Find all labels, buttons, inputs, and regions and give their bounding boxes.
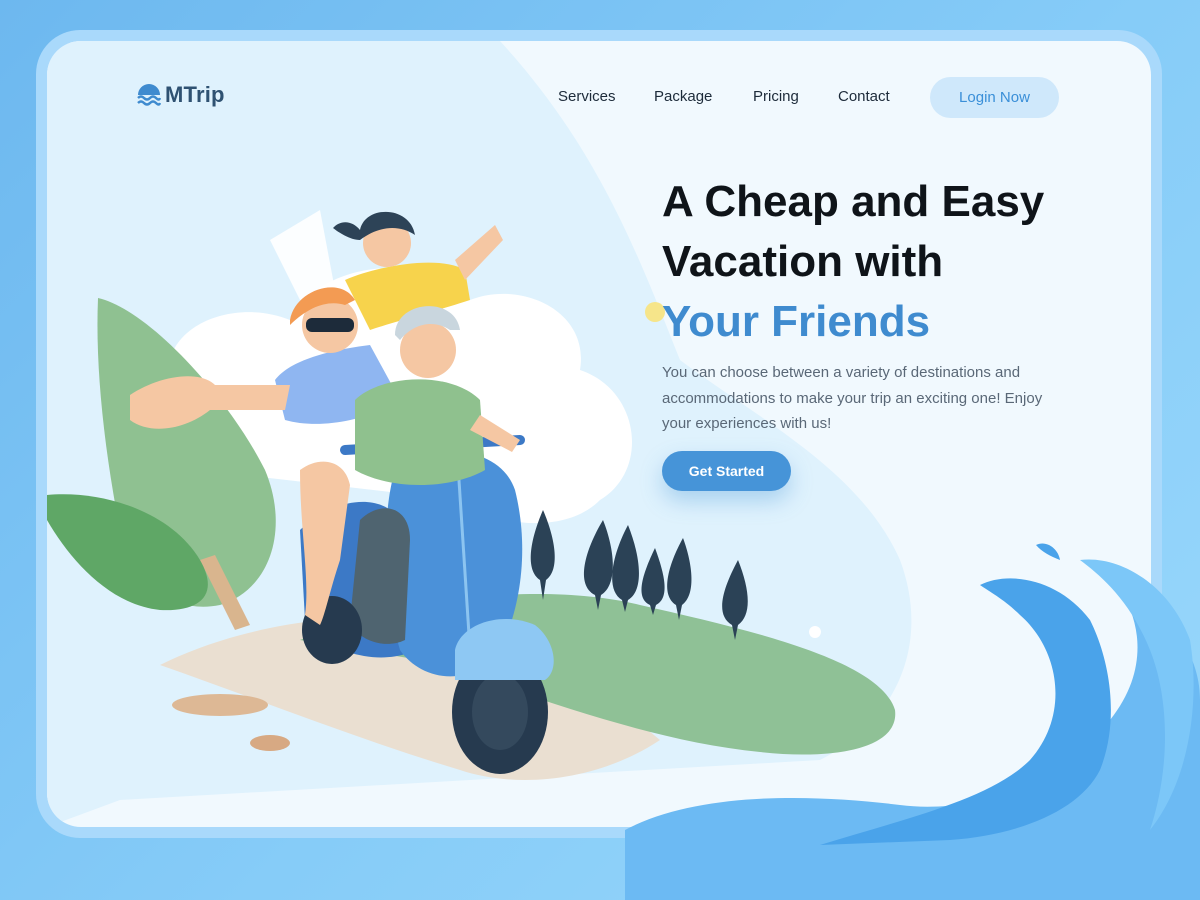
nav-item-pricing[interactable]: Pricing	[753, 88, 799, 105]
brand-name: MTrip	[165, 82, 225, 107]
hero-illustration	[47, 41, 1200, 900]
wave-icon	[137, 84, 161, 106]
hero-title-line2: Vacation with	[662, 237, 944, 286]
driver-shirt	[355, 379, 485, 485]
water-drop	[1036, 543, 1060, 560]
sparkle-dot	[809, 626, 821, 638]
login-button[interactable]: Login Now	[930, 77, 1059, 118]
brand-logo[interactable]: MTrip	[137, 82, 225, 108]
nav-item-contact[interactable]: Contact	[838, 88, 890, 105]
stone	[172, 694, 268, 716]
hero-title: A Cheap and Easy Vacation with Your Frie…	[662, 172, 1044, 352]
hero-description: You can choose between a variety of dest…	[662, 364, 1043, 432]
sunglasses-icon	[306, 318, 354, 332]
get-started-button[interactable]: Get Started	[662, 451, 791, 491]
hero-title-line1: A Cheap and Easy	[662, 177, 1045, 226]
nav-item-package[interactable]: Package	[654, 88, 712, 105]
nav-item-services[interactable]: Services	[558, 88, 616, 105]
hero-title-accent: Your Friends	[662, 297, 931, 346]
stone	[250, 735, 290, 751]
